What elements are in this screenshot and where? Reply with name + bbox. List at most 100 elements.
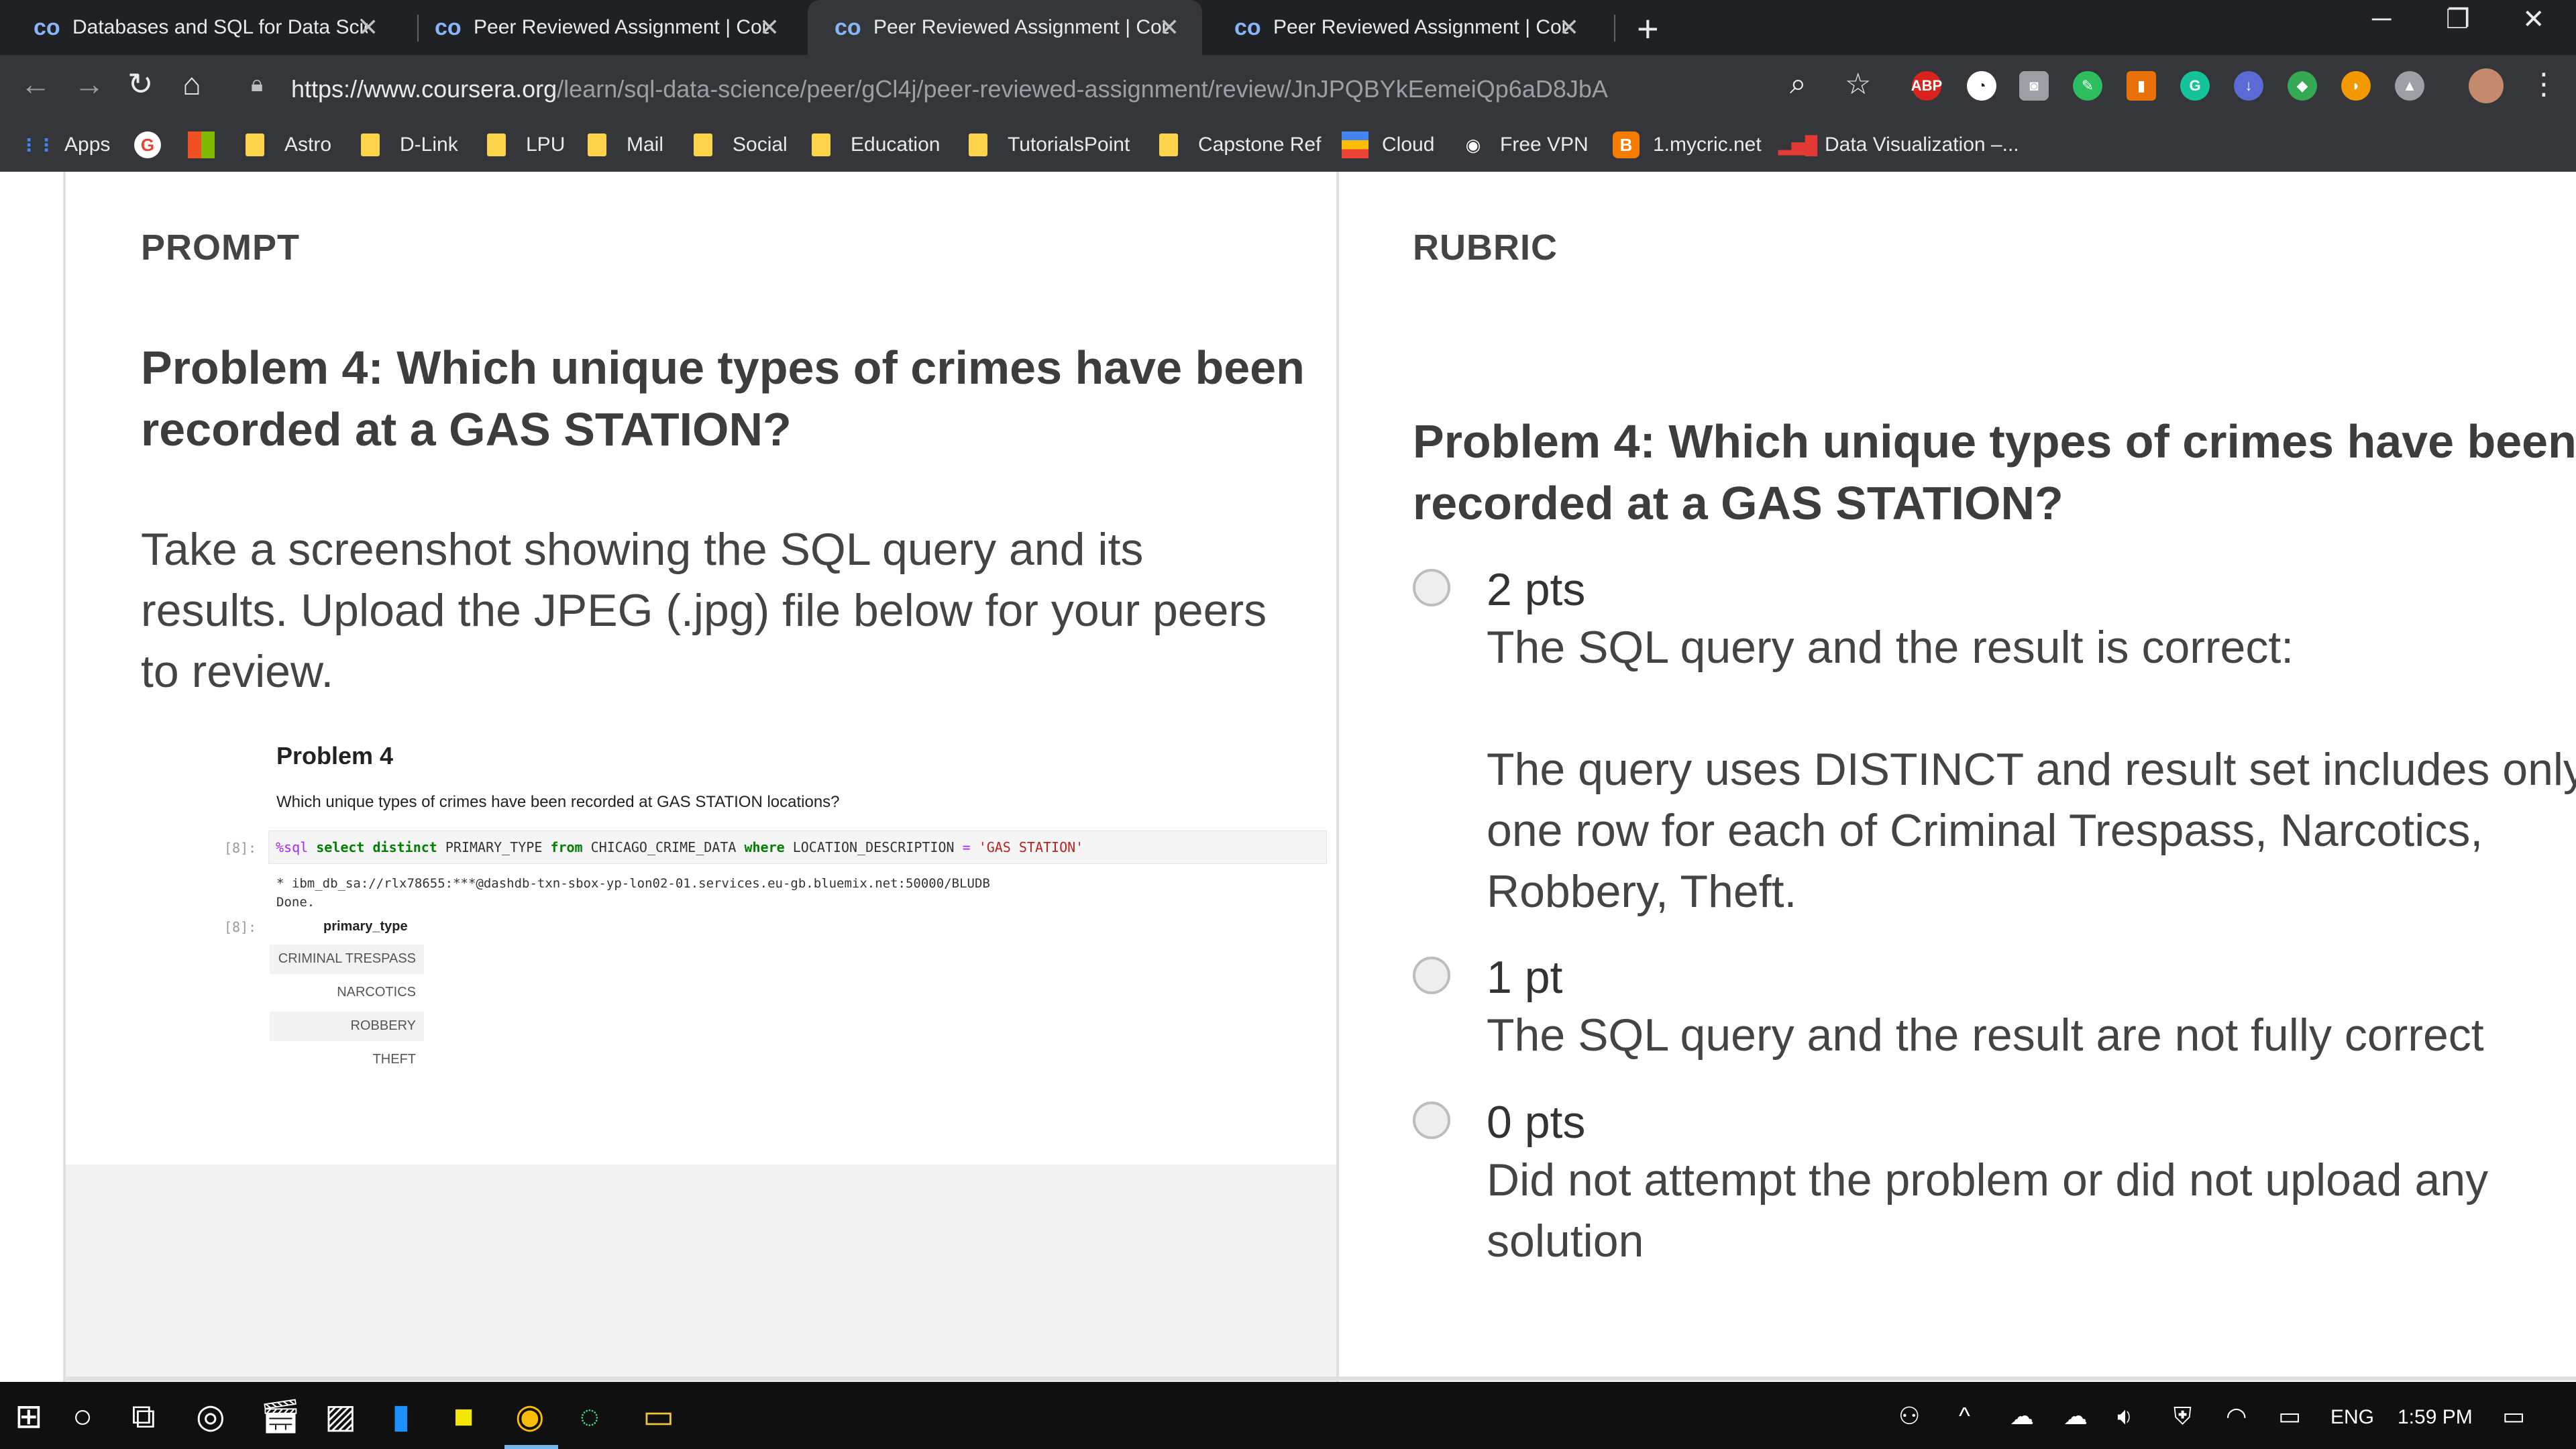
url-text[interactable]: https://www.coursera.org/learn/sql-data-… — [291, 75, 1608, 103]
bookmark-star-icon[interactable]: ☆ — [1845, 67, 1871, 101]
close-icon[interactable]: ✕ — [759, 13, 780, 42]
bookmark-folder-astro[interactable]: Astro — [246, 129, 331, 161]
phone-app-icon[interactable]: ▮ — [392, 1397, 411, 1436]
blogger-icon: B — [1613, 131, 1640, 158]
forward-arrow-icon[interactable]: → — [74, 66, 105, 102]
description-line: solution — [1487, 1216, 1644, 1267]
bookmark-folder-capstone-ref[interactable]: Capstone Ref — [1159, 129, 1321, 161]
onedrive-icon[interactable]: ☁ — [2010, 1402, 2034, 1430]
coursera-favicon-icon: co — [435, 14, 462, 40]
clock[interactable]: 1:59 PM — [2398, 1406, 2473, 1429]
code-keyword: where — [744, 839, 785, 855]
bookmark-data-visualization[interactable]: ▂▅█ Data Visualization –... — [1778, 129, 2019, 161]
restore-icon[interactable]: ❐ — [2446, 4, 2470, 35]
camera-extension-icon[interactable]: ◙ — [2019, 71, 2049, 101]
evernote-icon[interactable]: ✎ — [2073, 71, 2102, 101]
uploaded-screenshot[interactable]: Problem 4 Which unique types of crimes h… — [220, 742, 1340, 1118]
title-line: Problem 4: Which unique types of crimes … — [1413, 415, 2576, 468]
speedometer-extension-icon[interactable]: ◔ — [1967, 71, 1996, 101]
notifications-icon[interactable]: ▭ — [2502, 1402, 2525, 1430]
prompt-panel: PROMPT Problem 4: Which unique types of … — [63, 172, 1339, 1382]
refresh-app-icon[interactable]: ◌ — [580, 1397, 600, 1436]
kebab-menu-icon[interactable]: ⋮ — [2529, 67, 2559, 101]
media-player-icon[interactable]: ◎ — [196, 1397, 225, 1436]
sticky-notes-icon[interactable]: ■ — [453, 1397, 474, 1436]
close-icon[interactable]: ✕ — [358, 13, 378, 42]
tab-title: Databases and SQL for Data Scie — [72, 16, 368, 38]
back-arrow-icon[interactable]: ← — [20, 66, 51, 102]
folder-icon — [361, 133, 380, 156]
reload-icon[interactable]: ↻ — [127, 66, 154, 102]
tab-peer-review-3[interactable]: co Peer Reviewed Assignment | Cou ✕ — [1208, 0, 1602, 55]
tab-databases-sql[interactable]: co Databases and SQL for Data Scie ✕ — [7, 0, 401, 55]
bookmark-folder-social[interactable]: Social — [694, 129, 788, 161]
google-icon: G — [134, 131, 161, 158]
instruction-line: Take a screenshot showing the SQL query … — [141, 524, 1144, 575]
bookmark-folder-d-link[interactable]: D-Link — [361, 129, 458, 161]
folder-icon — [487, 133, 506, 156]
close-icon[interactable]: ✕ — [1559, 13, 1579, 42]
photos-icon[interactable]: ▨ — [325, 1397, 356, 1436]
security-shield-icon[interactable]: ⛨ — [2174, 1402, 2192, 1431]
bookmark-mycric[interactable]: B 1.mycric.net — [1613, 129, 1762, 161]
code-string: 'GAS STATION' — [978, 839, 1084, 855]
tampermonkey-icon[interactable]: ◗ — [2341, 71, 2371, 101]
office-extension-icon[interactable]: ▮ — [2127, 71, 2156, 101]
language-indicator[interactable]: ENG — [2330, 1406, 2374, 1429]
bookmark-folder-tutorialspoint[interactable]: TutorialsPoint — [969, 129, 1130, 161]
code-keyword: select — [316, 839, 365, 855]
page-content: PROMPT Problem 4: Which unique types of … — [0, 172, 2576, 1382]
download-extension-icon[interactable]: ↓ — [2234, 71, 2263, 101]
tab-peer-review-1[interactable]: co Peer Reviewed Assignment | Cou ✕ — [408, 0, 802, 55]
close-window-icon[interactable]: ✕ — [2522, 4, 2545, 35]
zoom-icon[interactable]: ⌕ — [1790, 67, 1807, 101]
upload-cloud-icon[interactable]: ☁ — [2063, 1402, 2088, 1430]
drive-extension-icon[interactable]: ▲ — [2395, 71, 2424, 101]
windows-start-icon[interactable]: ⊞ — [15, 1397, 43, 1436]
notebook-done-output: Done. — [276, 895, 315, 910]
folder-icon — [246, 133, 264, 156]
prompt-problem-title: Problem 4: Which unique types of crimes … — [141, 337, 1305, 460]
task-view-icon[interactable]: ⧉ — [131, 1397, 156, 1436]
radio-1-pt[interactable] — [1413, 957, 1450, 994]
code-operator: = — [962, 839, 971, 855]
minimize-icon[interactable]: ─ — [2372, 4, 2391, 34]
lock-icon[interactable]: 🔒︎ — [251, 71, 263, 97]
bookmark-cloud[interactable]: Cloud — [1342, 129, 1434, 161]
grammarly-icon[interactable]: G — [2180, 71, 2210, 101]
code-keyword: from — [550, 839, 583, 855]
people-icon[interactable]: ⚇ — [1898, 1402, 1920, 1430]
bookmark-label: Social — [733, 133, 788, 156]
bookmark-apps[interactable]: ⋮⋮ Apps — [20, 129, 110, 161]
bookmark-google[interactable]: G — [134, 129, 174, 161]
close-icon[interactable]: ✕ — [1159, 13, 1179, 42]
folder-icon — [694, 133, 712, 156]
file-explorer-icon[interactable]: ▭ — [643, 1397, 674, 1436]
globe-icon: ◉ — [1465, 134, 1481, 155]
bookmark-folder-education[interactable]: Education — [812, 129, 940, 161]
radio-0-pts[interactable] — [1413, 1102, 1450, 1139]
tab-peer-review-2-active[interactable]: co Peer Reviewed Assignment | Cou ✕ — [808, 0, 1202, 55]
avatar[interactable] — [2469, 68, 2504, 103]
notebook-heading: Problem 4 — [276, 742, 394, 769]
battery-icon[interactable]: ▭ — [2278, 1402, 2301, 1430]
clapperboard-icon[interactable]: 🎬︎ — [259, 1397, 301, 1436]
new-tab-button[interactable]: + — [1637, 7, 1659, 50]
chrome-icon[interactable]: ◉ — [515, 1397, 545, 1436]
wifi-icon[interactable]: ◠ — [2226, 1402, 2247, 1430]
color-extension-icon[interactable]: ◆ — [2288, 71, 2317, 101]
bookmark-label: D-Link — [400, 133, 458, 156]
title-line: Problem 4: Which unique types of crimes … — [141, 341, 1305, 394]
panel-divider — [1336, 172, 1339, 1382]
rubric-points: 1 pt — [1487, 952, 1563, 1003]
volume-icon[interactable]: 🔉︎ — [2117, 1402, 2133, 1431]
bookmark-folder-lpu[interactable]: LPU — [487, 129, 565, 161]
bookmark-microsoft[interactable] — [188, 129, 228, 161]
bookmark-folder-mail[interactable]: Mail — [588, 129, 663, 161]
bookmark-free-vpn[interactable]: ◉ Free VPN — [1460, 129, 1589, 161]
chevron-up-icon[interactable]: ^ — [1959, 1402, 1970, 1430]
adblock-plus-icon[interactable]: ABP — [1911, 71, 1942, 101]
radio-2-pts[interactable] — [1413, 569, 1450, 606]
home-icon[interactable]: ⌂ — [182, 66, 201, 102]
cortana-icon[interactable]: ○ — [72, 1397, 93, 1436]
